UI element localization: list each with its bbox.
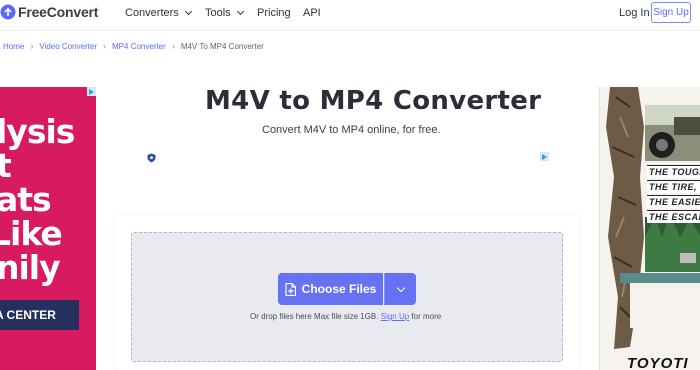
login-link[interactable]: Log In	[619, 7, 650, 19]
signup-link[interactable]: Sign Up	[381, 312, 409, 321]
nav-api[interactable]: API	[303, 7, 321, 19]
chevron-down-icon	[184, 7, 192, 15]
ad-right-brand: TOYOTI	[627, 355, 689, 370]
ad-left-line: ats	[0, 180, 52, 219]
ad-right-image	[600, 87, 700, 370]
ad-right-line: THE EASIER	[647, 195, 700, 208]
left-advertisement[interactable]: lysis t ats Like nily A CENTER	[0, 87, 96, 370]
choose-files-button[interactable]: Choose Files	[278, 273, 383, 305]
shield-icon	[147, 153, 156, 163]
chevron-down-icon	[396, 283, 405, 292]
breadcrumb-mp4-converter[interactable]: MP4 Converter	[112, 42, 166, 51]
adchoices-triangle-icon	[89, 88, 94, 95]
freeconvert-logo-icon[interactable]	[0, 4, 16, 20]
chevron-right-icon: ›	[103, 41, 107, 51]
page-title: M4V to MP4 Converter	[205, 86, 542, 116]
drop-hint: Or drop files here Max file size 1GB. Si…	[250, 312, 441, 321]
ad-left-cta-label: A CENTER	[0, 308, 56, 322]
nav-tools[interactable]: Tools	[205, 7, 244, 19]
ad-right-headline: THE TOUGH THE TIRE, THE EASIER THE ESCAP	[647, 165, 700, 225]
nav-converters-label: Converters	[125, 7, 179, 19]
right-advertisement[interactable]: THE TOUGH THE TIRE, THE EASIER THE ESCAP…	[599, 87, 700, 370]
adchoices-icon[interactable]	[540, 152, 549, 161]
ad-right-line: THE TOUGH	[647, 165, 700, 178]
breadcrumb-home[interactable]: Home	[3, 42, 24, 51]
choose-files-label: Choose Files	[301, 282, 377, 296]
signup-button[interactable]: Sign Up	[651, 2, 691, 23]
ad-right-line: THE TIRE,	[647, 180, 700, 193]
adchoices-triangle-icon	[542, 153, 547, 160]
page-subtitle: Convert M4V to MP4 online, for free.	[262, 124, 441, 136]
chevron-down-icon	[236, 7, 244, 15]
ad-left-line: nily	[0, 248, 61, 287]
ad-left-headline: lysis t ats Like nily	[0, 112, 75, 287]
ad-left-line: Like	[0, 214, 63, 253]
adchoices-icon[interactable]	[87, 87, 96, 96]
drop-hint-text: Or drop files here Max file size 1GB.	[250, 312, 379, 321]
ad-right-line: THE ESCAP	[647, 210, 700, 223]
ad-left-cta-button[interactable]: A CENTER	[0, 300, 79, 330]
file-icon	[285, 282, 296, 296]
ad-left-line: lysis	[0, 112, 75, 151]
breadcrumb-video-converter[interactable]: Video Converter	[39, 42, 97, 51]
nav-api-label: API	[303, 7, 321, 19]
chevron-right-icon: ›	[171, 41, 175, 51]
drop-hint-suffix: for more	[411, 312, 442, 321]
ad-left-line: t	[0, 146, 12, 185]
choose-source-dropdown[interactable]	[384, 273, 416, 305]
nav-pricing[interactable]: Pricing	[257, 7, 291, 19]
nav-pricing-label: Pricing	[257, 7, 291, 19]
breadcrumb: Home › Video Converter › MP4 Converter ›…	[3, 41, 264, 51]
breadcrumb-current: M4V To MP4 Converter	[180, 41, 264, 51]
logo-text[interactable]: FreeConvert	[18, 4, 98, 20]
top-header: FreeConvert Converters Tools Pricing API…	[0, 0, 700, 31]
chevron-right-icon: ›	[30, 41, 34, 51]
nav-tools-label: Tools	[205, 7, 231, 19]
nav-converters[interactable]: Converters	[125, 7, 192, 19]
